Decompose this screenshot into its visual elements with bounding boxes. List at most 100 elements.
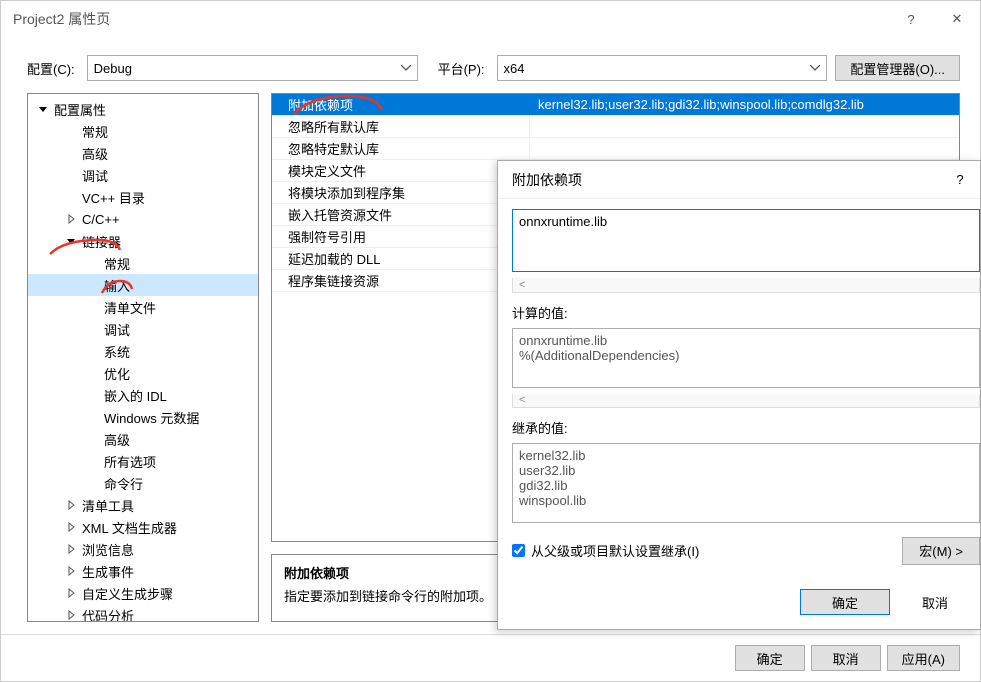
tree-panel[interactable]: 配置属性常规高级调试VC++ 目录C/C++链接器常规输入清单文件调试系统优化嵌…	[27, 93, 259, 622]
tree-item-label: 输入	[104, 276, 130, 295]
property-name: 忽略特定默认库	[272, 138, 530, 159]
tree-item-label: 自定义生成步骤	[82, 584, 173, 603]
tree-item[interactable]: 高级	[28, 142, 258, 164]
tree-item-label: C/C++	[82, 212, 120, 227]
ok-button[interactable]: 确定	[735, 645, 805, 671]
tree-item[interactable]: 调试	[28, 318, 258, 340]
tree-item[interactable]: 调试	[28, 164, 258, 186]
property-value[interactable]	[530, 116, 959, 137]
tree-item-label: 代码分析	[82, 606, 134, 623]
property-name: 模块定义文件	[272, 160, 530, 181]
inherit-checkbox-label[interactable]: 从父级或项目默认设置继承(I)	[512, 541, 896, 560]
tree-item-label: 生成事件	[82, 562, 134, 581]
property-value[interactable]: kernel32.lib;user32.lib;gdi32.lib;winspo…	[530, 94, 959, 115]
tree-item[interactable]: 自定义生成步骤	[28, 582, 258, 604]
dialog-footer: 确定 取消	[498, 575, 980, 629]
tree-item[interactable]: 常规	[28, 120, 258, 142]
additional-deps-dialog: 附加依赖项 ? < 计算的值: onnxruntime.lib %(Additi…	[497, 160, 981, 630]
inherited-value: kernel32.lib user32.lib gdi32.lib winspo…	[512, 443, 980, 523]
expand-closed-icon[interactable]	[64, 520, 78, 534]
tree-item[interactable]: 生成事件	[28, 560, 258, 582]
tree-item-label: 常规	[104, 254, 130, 273]
close-button[interactable]: ✕	[934, 1, 980, 37]
property-name: 忽略所有默认库	[272, 116, 530, 137]
scroll-hint: <	[512, 278, 980, 292]
tree-item[interactable]: 清单工具	[28, 494, 258, 516]
tree-item-label: 高级	[82, 144, 108, 163]
property-value[interactable]	[530, 138, 959, 159]
scroll-hint: <	[512, 394, 980, 408]
tree-item-label: 高级	[104, 430, 130, 449]
tree-item[interactable]: 输入	[28, 274, 258, 296]
expand-closed-icon[interactable]	[64, 542, 78, 556]
expand-closed-icon[interactable]	[64, 212, 78, 226]
macro-button[interactable]: 宏(M) >	[902, 537, 980, 565]
property-row[interactable]: 忽略所有默认库	[272, 116, 959, 138]
tree-item[interactable]: 链接器	[28, 230, 258, 252]
tree-item-label: 调试	[82, 166, 108, 185]
config-value: Debug	[94, 61, 132, 76]
tree-item-label: 清单工具	[82, 496, 134, 515]
titlebar: Project2 属性页 ? ✕	[1, 1, 980, 37]
expand-open-icon[interactable]	[36, 102, 50, 116]
tree-item-label: 调试	[104, 320, 130, 339]
chevron-down-icon	[810, 65, 820, 71]
tree-item[interactable]: 清单文件	[28, 296, 258, 318]
computed-label: 计算的值:	[512, 303, 980, 322]
inherit-text: 从父级或项目默认设置继承(I)	[531, 541, 699, 560]
inherit-checkbox[interactable]	[512, 544, 525, 557]
tree-item-label: 命令行	[104, 474, 143, 493]
dialog-cancel-button[interactable]: 取消	[900, 589, 970, 615]
expand-closed-icon[interactable]	[64, 608, 78, 622]
property-name: 将模块添加到程序集	[272, 182, 530, 203]
tree-item[interactable]: 常规	[28, 252, 258, 274]
property-name: 强制符号引用	[272, 226, 530, 247]
tree-item[interactable]: 所有选项	[28, 450, 258, 472]
tree-item-label: 配置属性	[54, 100, 106, 119]
property-row[interactable]: 附加依赖项kernel32.lib;user32.lib;gdi32.lib;w…	[272, 94, 959, 116]
apply-button[interactable]: 应用(A)	[887, 645, 960, 671]
dialog-ok-button[interactable]: 确定	[800, 589, 890, 615]
platform-value: x64	[504, 61, 525, 76]
expand-open-icon[interactable]	[64, 234, 78, 248]
tree-item[interactable]: 优化	[28, 362, 258, 384]
config-toolbar: 配置(C): Debug 平台(P): x64 配置管理器(O)...	[1, 37, 980, 93]
tree-item[interactable]: 嵌入的 IDL	[28, 384, 258, 406]
expand-closed-icon[interactable]	[64, 498, 78, 512]
chevron-down-icon	[401, 65, 411, 71]
dialog-body: < 计算的值: onnxruntime.lib %(AdditionalDepe…	[498, 199, 980, 575]
property-row[interactable]: 忽略特定默认库	[272, 138, 959, 160]
tree-item[interactable]: 配置属性	[28, 98, 258, 120]
tree-item[interactable]: XML 文档生成器	[28, 516, 258, 538]
tree-item[interactable]: 浏览信息	[28, 538, 258, 560]
property-name: 延迟加载的 DLL	[272, 248, 530, 269]
tree-item-label: Windows 元数据	[104, 408, 199, 427]
dialog-help-button[interactable]: ?	[940, 172, 980, 187]
tree-item[interactable]: VC++ 目录	[28, 186, 258, 208]
help-button[interactable]: ?	[888, 1, 934, 37]
tree-item[interactable]: 命令行	[28, 472, 258, 494]
cancel-button[interactable]: 取消	[811, 645, 881, 671]
inherit-row: 从父级或项目默认设置继承(I) 宏(M) >	[512, 529, 980, 565]
property-name: 附加依赖项	[272, 94, 530, 115]
tree-item-label: 系统	[104, 342, 130, 361]
tree-item[interactable]: C/C++	[28, 208, 258, 230]
window-title: Project2 属性页	[13, 9, 888, 29]
tree-item[interactable]: 系统	[28, 340, 258, 362]
config-combo[interactable]: Debug	[87, 55, 418, 81]
expand-closed-icon[interactable]	[64, 586, 78, 600]
tree-item-label: 清单文件	[104, 298, 156, 317]
platform-combo[interactable]: x64	[497, 55, 828, 81]
tree-item[interactable]: 代码分析	[28, 604, 258, 622]
tree-item-label: 优化	[104, 364, 130, 383]
config-manager-button[interactable]: 配置管理器(O)...	[835, 55, 960, 81]
tree-item[interactable]: Windows 元数据	[28, 406, 258, 428]
deps-textarea[interactable]	[512, 209, 980, 272]
computed-value: onnxruntime.lib %(AdditionalDependencies…	[512, 328, 980, 388]
tree-item-label: 嵌入的 IDL	[104, 386, 167, 405]
property-name: 程序集链接资源	[272, 270, 530, 291]
tree-item[interactable]: 高级	[28, 428, 258, 450]
tree-item-label: VC++ 目录	[82, 188, 145, 207]
expand-closed-icon[interactable]	[64, 564, 78, 578]
config-label: 配置(C):	[27, 59, 75, 78]
